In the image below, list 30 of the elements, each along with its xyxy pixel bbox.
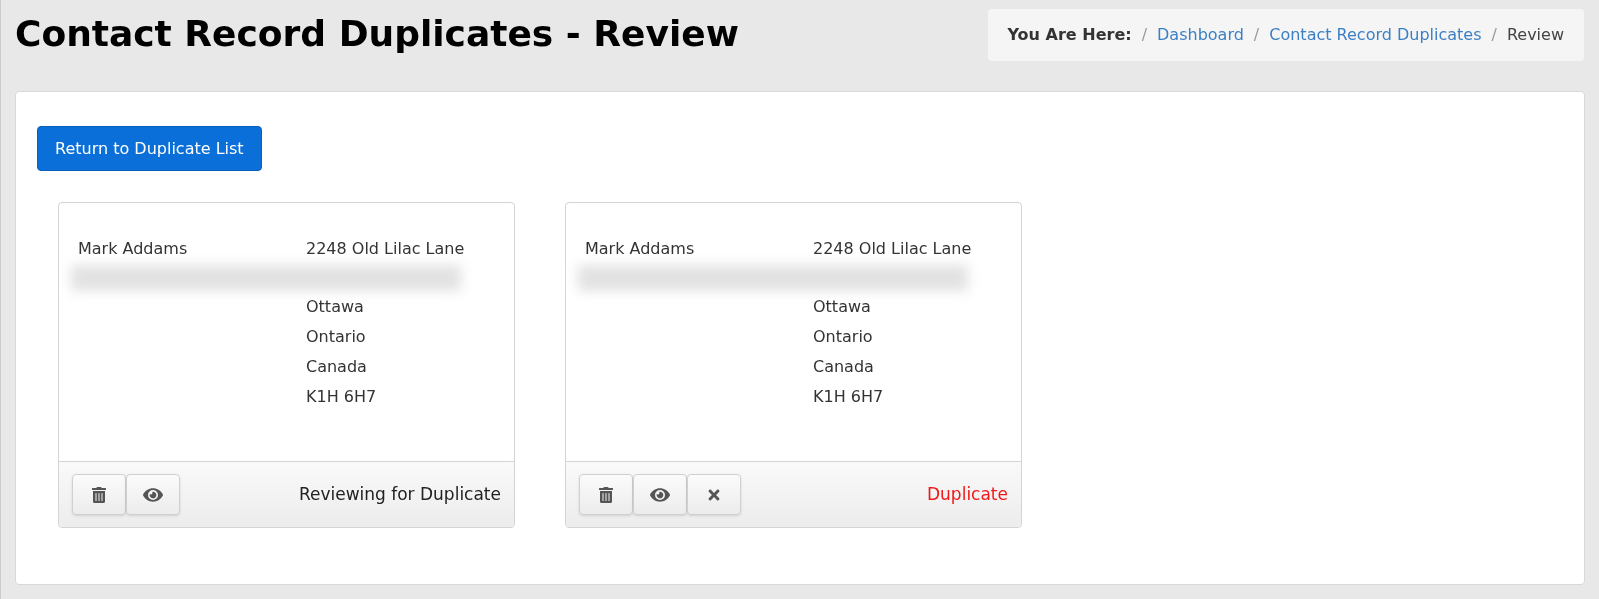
address-line: Ottawa <box>306 296 365 318</box>
status-label: Reviewing for Duplicate <box>298 482 501 506</box>
delete-button[interactable] <box>579 474 633 515</box>
delete-button[interactable] <box>72 474 126 515</box>
contact-name: Mark Addams <box>78 238 189 260</box>
breadcrumb-separator: / <box>1491 24 1497 46</box>
address-line: Canada <box>813 356 875 378</box>
address-line: Ontario <box>306 326 367 348</box>
return-button[interactable]: Return to Duplicate List <box>37 126 262 171</box>
address-line: 2248 Old Lilac Lane <box>306 238 465 260</box>
breadcrumb-separator: / <box>1253 24 1260 46</box>
address-line: Ottawa <box>813 296 872 318</box>
trash-icon <box>598 486 614 503</box>
breadcrumb-current: Review <box>1506 24 1564 46</box>
breadcrumb-separator: / <box>1141 24 1148 46</box>
breadcrumb-link[interactable]: Contact Record Duplicates <box>1269 23 1482 47</box>
address-line: K1H 6H7 <box>813 386 885 408</box>
dismiss-button[interactable] <box>687 474 741 515</box>
address-line: K1H 6H7 <box>306 386 378 408</box>
status-label: Duplicate <box>927 482 1008 506</box>
page-title: Contact Record Duplicates - Review <box>15 12 739 56</box>
breadcrumb-link[interactable]: Dashboard <box>1157 23 1244 47</box>
address-line: Ontario <box>813 326 874 348</box>
view-button[interactable] <box>633 474 687 515</box>
address-line: Canada <box>306 356 368 378</box>
contact-name: Mark Addams <box>585 238 696 260</box>
trash-icon <box>91 486 107 503</box>
address-line: 2248 Old Lilac Lane <box>813 238 972 260</box>
breadcrumb-label: You Are Here: <box>1007 24 1132 46</box>
view-button[interactable] <box>126 474 180 515</box>
